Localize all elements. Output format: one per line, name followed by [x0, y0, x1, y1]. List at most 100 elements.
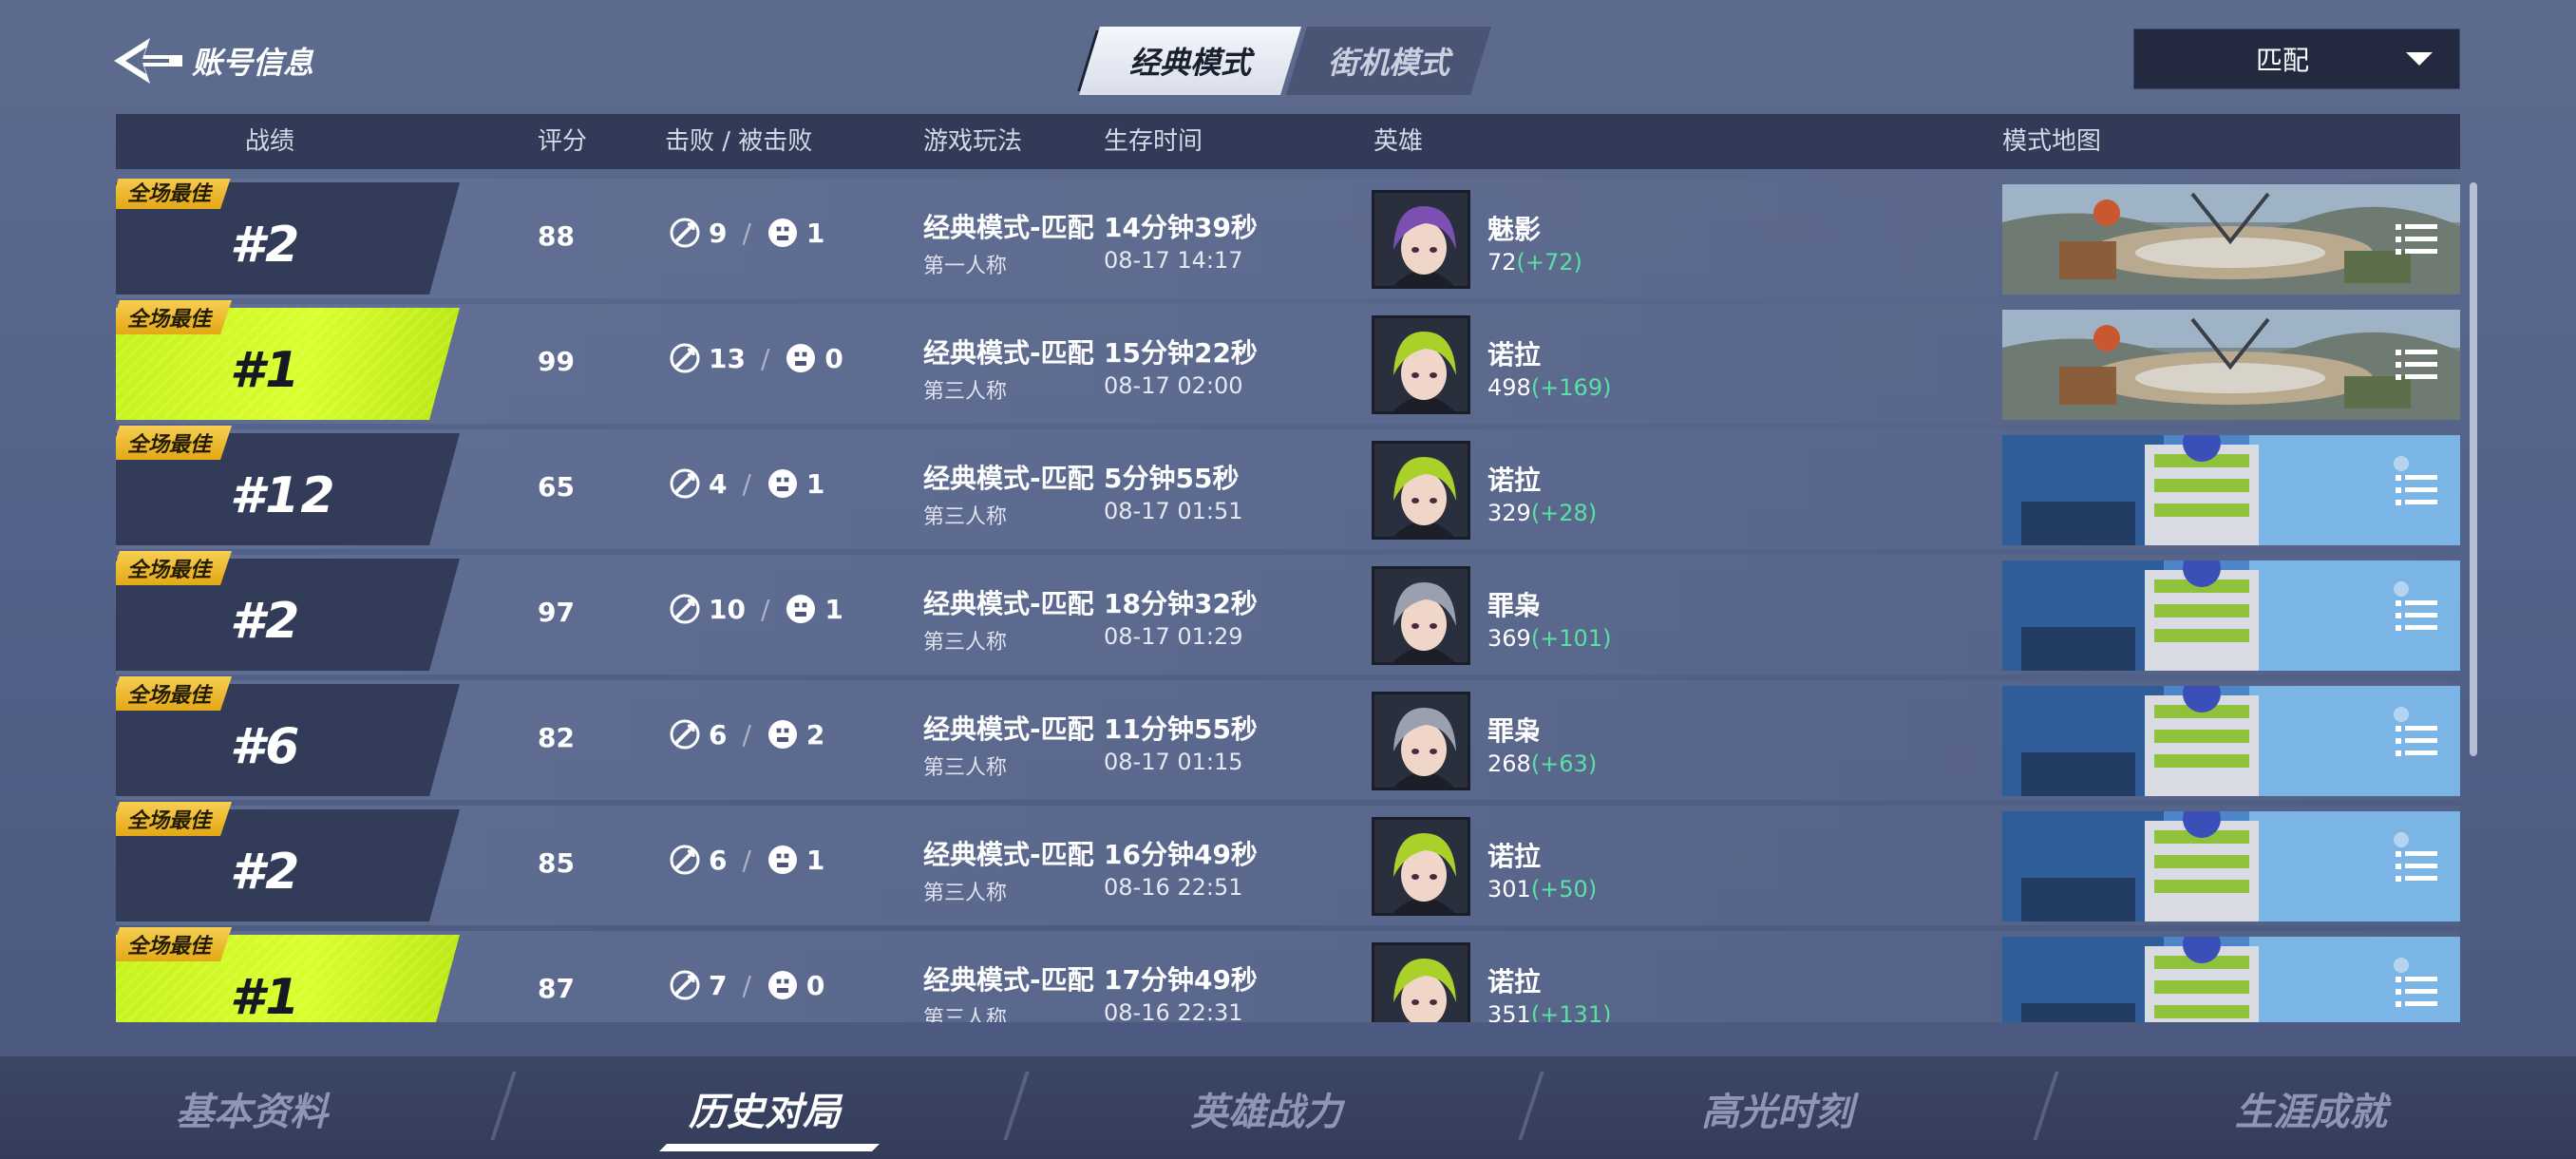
- match-history-screen: 账号信息 经典模式 街机模式 匹配 战绩 评分 击败 / 被击败 游戏玩法 生存…: [0, 0, 2576, 1159]
- back-button[interactable]: 账号信息: [112, 32, 313, 89]
- game-mode: 经典模式-匹配: [923, 212, 1094, 243]
- match-row[interactable]: 全场最佳 #1 99 13 / 0 经典模式-匹配 第三人称 15分钟22秒 08-17 02:0…: [116, 304, 2460, 424]
- kill-icon: [669, 844, 701, 876]
- list-icon[interactable]: [2396, 849, 2437, 884]
- survival-time: 16分钟49秒: [1104, 839, 1258, 870]
- hero-points: 498(+169): [1487, 374, 1611, 401]
- deaths-value: 1: [805, 844, 825, 876]
- kill-death: 7 / 0: [669, 969, 824, 1001]
- game-mode: 经典模式-匹配: [923, 964, 1094, 996]
- match-row[interactable]: 全场最佳 #12 65 4/1 经典模式-匹配 第三人称 5分钟55秒 08-17 01:51…: [116, 429, 2460, 549]
- game-mode: 经典模式-匹配: [923, 337, 1094, 369]
- survival-time: 5分钟55秒: [1104, 463, 1240, 494]
- map-thumbnail[interactable]: [2002, 560, 2460, 671]
- chevron-down-icon: [2406, 52, 2433, 66]
- kill-death: 13 / 0: [669, 342, 843, 374]
- kill-icon: [669, 467, 701, 500]
- map-thumbnail[interactable]: [2002, 811, 2460, 922]
- tab-match-history[interactable]: 历史对局: [608, 1056, 921, 1159]
- mvp-badge: 全场最佳: [116, 300, 232, 334]
- back-arrow-icon: [114, 38, 182, 84]
- hero-points-value: 498: [1487, 374, 1531, 401]
- score-value: 85: [538, 847, 575, 879]
- map-thumbnail[interactable]: [2002, 435, 2460, 545]
- rank-plate: 全场最佳 #2: [116, 809, 460, 922]
- skull-icon: [767, 844, 799, 876]
- perspective: 第三人称: [923, 380, 1008, 404]
- kill-icon: [669, 342, 701, 374]
- kill-icon: [669, 718, 701, 750]
- list-icon[interactable]: [2396, 473, 2437, 507]
- tab-arcade-label: 街机模式: [1327, 45, 1449, 81]
- match-date: 08-16 22:31: [1104, 999, 1243, 1022]
- hero-points: 72(+72): [1487, 249, 1582, 276]
- match-row[interactable]: 全场最佳 #2 85 6 / 1 经典模式-匹配 第三人称 16分钟49秒 08-16 22:51…: [116, 806, 2460, 925]
- hero-name: 魅影: [1487, 214, 1542, 245]
- hero-avatar[interactable]: [1372, 942, 1470, 1022]
- deaths-value: 2: [805, 718, 825, 750]
- deaths-value: 1: [805, 467, 825, 500]
- mvp-badge: 全场最佳: [116, 551, 232, 585]
- hero-points-delta: (+63): [1530, 750, 1598, 777]
- hero-points-delta: (+28): [1530, 500, 1598, 526]
- hero-points-delta: (+131): [1530, 1001, 1612, 1022]
- kill-death: 10 / 1: [669, 593, 843, 625]
- rank-number: #1: [230, 969, 301, 1022]
- active-tab-indicator: [659, 1144, 880, 1151]
- list-icon[interactable]: [2396, 222, 2437, 256]
- col-map: 模式地图: [2002, 127, 2102, 156]
- tab-arcade-mode[interactable]: 街机模式: [1286, 27, 1491, 95]
- hero-name: 罪枭: [1487, 715, 1542, 747]
- map-thumbnail[interactable]: [2002, 310, 2460, 420]
- col-mode: 游戏玩法: [923, 127, 1023, 156]
- match-row[interactable]: 全场最佳 #1 87 7 / 0 经典模式-匹配 第三人称 17分钟49秒 08-16 22:31…: [116, 931, 2460, 1022]
- tab-highlights[interactable]: 高光时刻: [1620, 1056, 1934, 1159]
- skull-icon: [767, 969, 799, 1001]
- perspective: 第三人称: [923, 756, 1008, 780]
- hero-avatar[interactable]: [1372, 190, 1470, 289]
- kills-value: 4: [709, 467, 728, 500]
- match-row[interactable]: 全场最佳 #2 97 10 / 1 经典模式-匹配 第三人称 18分钟32秒 08-17 01:2…: [116, 555, 2460, 674]
- tab-career-achievements[interactable]: 生涯成就: [2154, 1056, 2468, 1159]
- rank-number: #2: [230, 844, 301, 901]
- survival-time: 14分钟39秒: [1104, 212, 1258, 243]
- hero-avatar[interactable]: [1372, 441, 1470, 540]
- tab-basic-info[interactable]: 基本资料: [95, 1056, 408, 1159]
- list-icon[interactable]: [2396, 724, 2437, 758]
- map-thumbnail[interactable]: [2002, 937, 2460, 1022]
- map-thumbnail[interactable]: [2002, 686, 2460, 796]
- dropdown-value: 匹配: [2255, 45, 2309, 76]
- page-title: 账号信息: [192, 45, 314, 81]
- hero-avatar[interactable]: [1372, 692, 1470, 790]
- match-row[interactable]: 全场最佳 #6 82 6 / 2 经典模式-匹配 第三人称 11分钟55秒 08-17 01:15…: [116, 680, 2460, 800]
- hero-points: 369(+101): [1487, 625, 1611, 652]
- rank-plate: 全场最佳 #1: [116, 308, 460, 420]
- deaths-value: 1: [824, 593, 843, 625]
- list-icon[interactable]: [2396, 598, 2437, 633]
- rank-plate: 全场最佳 #12: [116, 433, 460, 545]
- hero-name: 诺拉: [1487, 465, 1542, 496]
- perspective: 第三人称: [923, 631, 1008, 655]
- hero-name: 罪枭: [1487, 590, 1542, 621]
- list-icon[interactable]: [2396, 348, 2437, 382]
- hero-points-delta: (+72): [1516, 249, 1582, 276]
- hero-avatar[interactable]: [1372, 817, 1470, 916]
- kd-separator: /: [760, 342, 770, 374]
- match-type-dropdown[interactable]: 匹配: [2133, 28, 2460, 89]
- deaths-value: 1: [805, 217, 825, 249]
- kill-death: 6 / 2: [669, 718, 824, 750]
- kills-value: 10: [709, 593, 746, 625]
- match-list[interactable]: 全场最佳 #2 88 9/1 经典模式-匹配 第一人称 14分钟39秒 08-17 14:17…: [116, 179, 2460, 1022]
- mvp-badge: 全场最佳: [116, 179, 232, 209]
- tab-hero-power[interactable]: 英雄战力: [1109, 1056, 1423, 1159]
- match-row[interactable]: 全场最佳 #2 88 9 / 1 经典模式-匹配 第一人称 14分钟39秒 08-17 14:17…: [116, 179, 2460, 298]
- list-icon[interactable]: [2396, 975, 2437, 1009]
- col-hero: 英雄: [1373, 127, 1424, 156]
- match-date: 08-17 02:00: [1104, 372, 1243, 399]
- map-thumbnail[interactable]: [2002, 184, 2460, 294]
- tab-classic-mode[interactable]: 经典模式: [1079, 27, 1301, 95]
- hero-avatar[interactable]: [1372, 315, 1470, 414]
- skull-icon: [785, 342, 817, 374]
- hero-avatar[interactable]: [1372, 566, 1470, 665]
- scrollbar[interactable]: [2470, 182, 2477, 756]
